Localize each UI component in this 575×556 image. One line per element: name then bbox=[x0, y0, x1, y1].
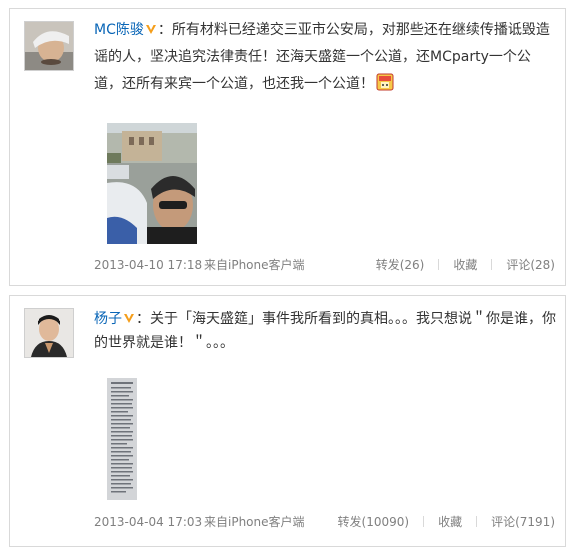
post-content: 杨子 ：关于「海天盛筵」事件我所看到的真相。。。我只想说＂你是谁，你的世界就是谁！… bbox=[94, 307, 556, 355]
post-text: ：关于「海天盛筵」事件我所看到的真相。。。我只想说＂你是谁，你的世界就是谁！＂。… bbox=[94, 311, 556, 351]
comment-link[interactable]: 评论(28) bbox=[506, 258, 555, 272]
post-source[interactable]: 来自iPhone客户端 bbox=[204, 257, 305, 273]
post-source[interactable]: 来自iPhone客户端 bbox=[204, 514, 305, 530]
avatar[interactable] bbox=[24, 308, 74, 358]
weibo-post: MC陈骏 ：所有材料已经递交三亚市公安局，对那些还在继续传播诋毁造谣的人，坚决追究… bbox=[9, 8, 566, 286]
post-actions: 转发(10090) 收藏 评论(7191) bbox=[338, 514, 555, 530]
post-time[interactable]: 2013-04-04 17:03 bbox=[94, 514, 202, 530]
verified-v-icon bbox=[145, 25, 156, 34]
verified-v-icon bbox=[124, 314, 134, 323]
favorite-link[interactable]: 收藏 bbox=[453, 258, 477, 272]
repost-link[interactable]: 转发(10090) bbox=[338, 515, 410, 529]
favorite-link[interactable]: 收藏 bbox=[438, 515, 462, 529]
divider bbox=[438, 259, 440, 270]
comment-link[interactable]: 评论(7191) bbox=[491, 515, 555, 529]
post-content: MC陈骏 ：所有材料已经递交三亚市公安局，对那些还在继续传播诋毁造谣的人，坚决追究… bbox=[94, 17, 556, 98]
lantern-emoji-icon bbox=[376, 73, 394, 91]
divider bbox=[423, 516, 425, 527]
divider bbox=[476, 516, 478, 527]
avatar[interactable] bbox=[24, 21, 74, 71]
post-photo[interactable] bbox=[107, 123, 197, 244]
post-time[interactable]: 2013-04-10 17:18 bbox=[94, 257, 202, 273]
user-name-link[interactable]: MC陈骏 bbox=[94, 22, 144, 38]
post-actions: 转发(26) 收藏 评论(28) bbox=[376, 257, 555, 273]
divider bbox=[491, 259, 493, 270]
post-photo[interactable] bbox=[107, 378, 137, 500]
repost-link[interactable]: 转发(26) bbox=[376, 258, 425, 272]
weibo-post: 杨子 ：关于「海天盛筵」事件我所看到的真相。。。我只想说＂你是谁，你的世界就是谁！… bbox=[9, 295, 566, 547]
post-text: ：所有材料已经递交三亚市公安局，对那些还在继续传播诋毁造谣的人，坚决追究法律责任… bbox=[94, 22, 550, 92]
user-name-link[interactable]: 杨子 bbox=[94, 311, 122, 327]
